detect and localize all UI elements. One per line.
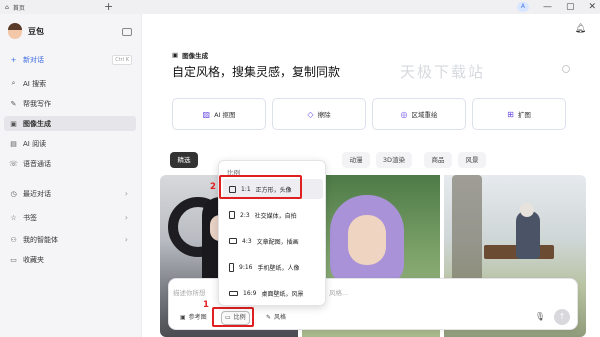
minimize-button[interactable]: —: [543, 2, 552, 12]
reference-image-button[interactable]: ▣ 参考图: [177, 311, 210, 325]
shortcut-badge: Ctrl K: [112, 55, 132, 65]
annotation-number-2: 2: [210, 182, 216, 192]
microphone-icon[interactable]: 🎙︎: [535, 312, 545, 321]
annotation-box-ratio: [212, 307, 254, 327]
image-tree: [452, 175, 482, 285]
prompt-placeholder-tail: 风格...: [329, 289, 349, 297]
prompt-placeholder: 描述你所想: [173, 289, 206, 297]
search-icon: ⌕: [11, 79, 16, 87]
tab-home[interactable]: ⌂ 首页: [0, 0, 96, 14]
window-titlebar: ⌂ 首页 + A — ▢ ✕: [0, 0, 600, 14]
annotation-number-1: 1: [203, 300, 209, 310]
style-button[interactable]: ✎ 风格: [263, 311, 289, 325]
tool-ai-cutout-button[interactable]: ▨ AI 抠图: [172, 98, 266, 130]
section-title: ▣ 图像生成: [172, 51, 209, 60]
filter-3d[interactable]: 3D渲染: [376, 152, 412, 168]
sidebar-item-ai-search[interactable]: ⌕ AI 搜索: [4, 76, 136, 91]
bell-icon[interactable]: 🔔︎: [575, 24, 586, 34]
home-icon: ⌂: [5, 3, 9, 11]
ratio-option-9-16[interactable]: 9:16 手机壁纸，人像: [223, 257, 323, 277]
tab-title: 首页: [12, 4, 25, 12]
sidebar-item-voice-call[interactable]: ☏ 语音通话: [4, 156, 136, 171]
cutout-icon: ▨: [202, 109, 211, 119]
pen-icon: ✎: [10, 99, 17, 108]
expand-icon: ⊞: [507, 109, 514, 119]
portrait-icon: [229, 211, 235, 219]
widescreen-icon: [229, 290, 238, 296]
sidebar-item-my-agents[interactable]: ⚇ 我的智能体 ›: [4, 232, 136, 247]
image-icon: ▣: [180, 314, 186, 321]
chevron-right-icon: ›: [124, 235, 128, 244]
image-icon: ▣: [10, 119, 17, 128]
tool-expand-button[interactable]: ⊞ 扩图: [472, 98, 566, 130]
page-headline: 自定风格，搜集灵感，复制同款: [172, 65, 341, 79]
filter-anime[interactable]: 动漫: [342, 152, 370, 168]
send-button[interactable]: ↑: [554, 309, 570, 325]
tool-region-redraw-button[interactable]: ◎ 区域重绘: [372, 98, 466, 130]
filter-product[interactable]: 商品: [424, 152, 452, 168]
watermark: 天极下载站: [400, 63, 486, 81]
app-logo-row[interactable]: 豆包: [8, 23, 44, 39]
sidebar-item-ai-reading[interactable]: ▤ AI 阅读: [4, 136, 136, 151]
eraser-icon: ◇: [307, 109, 314, 119]
book-icon: ▤: [10, 139, 17, 148]
sidebar-item-bookmarks[interactable]: ☆ 书签 ›: [4, 210, 136, 225]
annotation-box-1-1: [219, 175, 302, 199]
close-button[interactable]: ✕: [588, 2, 596, 12]
sidebar: 豆包 + 新对话 Ctrl K ⌕ AI 搜索 ✎ 帮我写作 ▣ 图像生成 ▤ …: [0, 14, 142, 337]
style-icon: ✎: [266, 314, 272, 321]
target-icon[interactable]: [562, 65, 570, 73]
sidebar-item-recent[interactable]: ◷ 最近对话 ›: [4, 186, 136, 201]
ratio-option-16-9[interactable]: 16:9 桌面壁纸，风景: [223, 283, 323, 303]
plus-icon: +: [10, 55, 17, 64]
image-icon: ▣: [172, 51, 179, 59]
chevron-right-icon: ›: [124, 213, 128, 222]
phone-icon: ☏: [9, 159, 18, 168]
sidebar-item-new-chat[interactable]: + 新对话 Ctrl K: [4, 52, 136, 67]
app-avatar: [8, 23, 22, 39]
app-name: 豆包: [28, 26, 44, 36]
image-head: [520, 203, 534, 217]
phone-portrait-icon: [229, 262, 234, 272]
filter-featured[interactable]: 精选: [170, 152, 198, 168]
chevron-right-icon: ›: [124, 189, 128, 198]
folder-icon: ▭: [10, 255, 17, 264]
tool-erase-button[interactable]: ◇ 擦除: [272, 98, 366, 130]
sidebar-item-favorites[interactable]: ▭ 收藏夹: [4, 252, 136, 267]
clock-icon: ◷: [10, 189, 17, 198]
sidebar-item-image-gen[interactable]: ▣ 图像生成: [4, 116, 136, 131]
sidebar-item-writing[interactable]: ✎ 帮我写作: [4, 96, 136, 111]
landscape-icon: [229, 238, 237, 244]
user-avatar[interactable]: A: [516, 2, 529, 12]
collapse-sidebar-icon[interactable]: [122, 28, 132, 36]
filter-landscape[interactable]: 风景: [458, 152, 486, 168]
bookmark-icon: ☆: [10, 213, 17, 222]
brush-icon: ◎: [400, 109, 408, 119]
agent-icon: ⚇: [10, 235, 17, 244]
new-tab-button[interactable]: +: [104, 0, 113, 14]
image-face: [348, 215, 386, 265]
ratio-option-2-3[interactable]: 2:3 社交媒体，自拍: [223, 205, 323, 225]
image-man: [516, 211, 540, 259]
ratio-option-4-3[interactable]: 4:3 文章配图，插画: [223, 231, 323, 251]
main-content: 🔔︎ ▣ 图像生成 自定风格，搜集灵感，复制同款 天极下载站 ▨ AI 抠图 ◇…: [142, 14, 600, 337]
maximize-button[interactable]: ▢: [566, 2, 575, 12]
